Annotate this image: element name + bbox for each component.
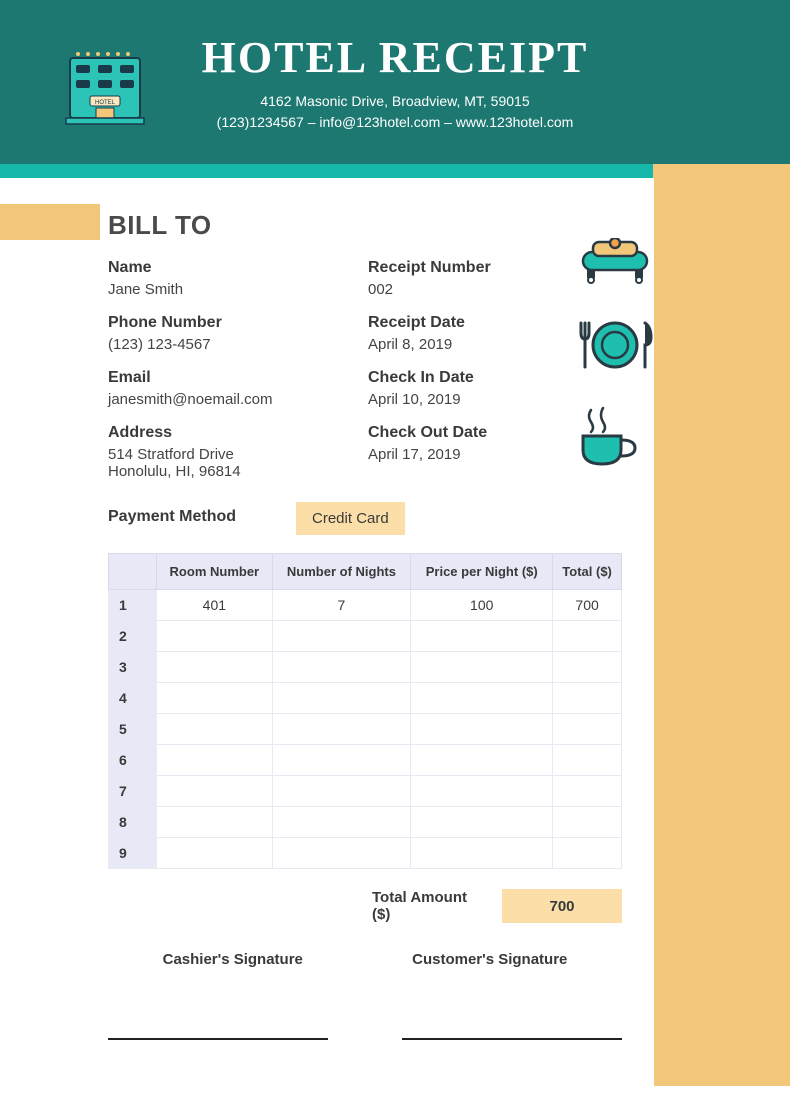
table-cell: 4 xyxy=(109,683,157,714)
table-row: 5 xyxy=(109,714,622,745)
table-row: 7 xyxy=(109,776,622,807)
phone-value: (123) 123-4567 xyxy=(108,336,368,353)
table-row: 6 xyxy=(109,745,622,776)
table-cell xyxy=(157,652,273,683)
table-row: 8 xyxy=(109,807,622,838)
dining-icon xyxy=(575,317,655,378)
table-row: 9 xyxy=(109,838,622,869)
receipt-title: HOTEL RECEIPT xyxy=(202,32,589,83)
table-cell xyxy=(411,652,553,683)
table-cell: 100 xyxy=(411,590,553,621)
table-cell: 7 xyxy=(272,590,411,621)
table-row: 2 xyxy=(109,621,622,652)
total-amount-label: Total Amount ($) xyxy=(372,889,482,923)
table-cell xyxy=(157,621,273,652)
svg-text:HOTEL: HOTEL xyxy=(95,100,116,106)
table-cell: 5 xyxy=(109,714,157,745)
col-nights: Number of Nights xyxy=(272,554,411,590)
email-value: janesmith@noemail.com xyxy=(108,391,368,408)
table-cell xyxy=(411,683,553,714)
table-cell xyxy=(411,838,553,869)
table-cell xyxy=(157,714,273,745)
payment-method-label: Payment Method xyxy=(108,508,236,526)
table-cell xyxy=(272,745,411,776)
table-cell xyxy=(553,652,622,683)
table-cell: 9 xyxy=(109,838,157,869)
coffee-icon xyxy=(575,406,655,473)
table-cell xyxy=(272,838,411,869)
table-cell xyxy=(553,714,622,745)
name-label: Name xyxy=(108,259,368,277)
name-value: Jane Smith xyxy=(108,281,368,298)
table-cell xyxy=(272,807,411,838)
table-cell xyxy=(411,714,553,745)
payment-method-value: Credit Card xyxy=(296,502,405,535)
table-cell: 700 xyxy=(553,590,622,621)
table-cell xyxy=(157,776,273,807)
table-cell: 8 xyxy=(109,807,157,838)
table-row: 3 xyxy=(109,652,622,683)
table-row: 4 xyxy=(109,683,622,714)
cashier-signature-line xyxy=(108,1038,328,1040)
header: HOTEL HOTEL RECEIPT 4162 Masonic Drive, … xyxy=(0,0,790,164)
table-cell xyxy=(157,683,273,714)
table-cell xyxy=(272,776,411,807)
table-cell xyxy=(272,683,411,714)
table-cell xyxy=(553,683,622,714)
table-cell: 6 xyxy=(109,745,157,776)
customer-signature-label: Customer's Signature xyxy=(412,951,567,968)
table-cell xyxy=(157,807,273,838)
col-total: Total ($) xyxy=(553,554,622,590)
table-cell xyxy=(157,745,273,776)
address-line1: 514 Stratford Drive xyxy=(108,446,368,463)
table-cell xyxy=(553,776,622,807)
line-items-table: Room Number Number of Nights Price per N… xyxy=(108,553,622,869)
table-cell xyxy=(411,745,553,776)
table-cell xyxy=(272,621,411,652)
table-cell xyxy=(553,807,622,838)
col-index xyxy=(109,554,157,590)
table-cell xyxy=(157,838,273,869)
bed-icon xyxy=(575,238,655,289)
customer-signature-line xyxy=(402,1038,622,1040)
amenity-icons xyxy=(575,238,655,473)
accent-stripe xyxy=(0,164,790,178)
hotel-contact: (123)1234567 – info@123hotel.com – www.1… xyxy=(202,112,589,133)
table-cell xyxy=(553,621,622,652)
table-cell xyxy=(553,838,622,869)
table-cell: 3 xyxy=(109,652,157,683)
table-cell: 7 xyxy=(109,776,157,807)
table-cell xyxy=(272,652,411,683)
address-line2: Honolulu, HI, 96814 xyxy=(108,463,368,480)
bill-to-heading: BILL TO xyxy=(108,210,790,241)
table-cell: 401 xyxy=(157,590,273,621)
hotel-building-icon: HOTEL xyxy=(60,50,150,139)
section-accent-tab xyxy=(0,204,100,240)
table-cell xyxy=(272,714,411,745)
table-cell xyxy=(411,621,553,652)
col-room: Room Number xyxy=(157,554,273,590)
table-cell: 1 xyxy=(109,590,157,621)
address-label: Address xyxy=(108,424,368,442)
table-cell xyxy=(411,807,553,838)
hotel-address: 4162 Masonic Drive, Broadview, MT, 59015 xyxy=(202,91,589,112)
col-price: Price per Night ($) xyxy=(411,554,553,590)
email-label: Email xyxy=(108,369,368,387)
phone-label: Phone Number xyxy=(108,314,368,332)
table-row: 14017100700 xyxy=(109,590,622,621)
cashier-signature-label: Cashier's Signature xyxy=(163,951,303,968)
table-cell: 2 xyxy=(109,621,157,652)
table-cell xyxy=(411,776,553,807)
table-cell xyxy=(553,745,622,776)
total-amount-value: 700 xyxy=(502,889,622,923)
